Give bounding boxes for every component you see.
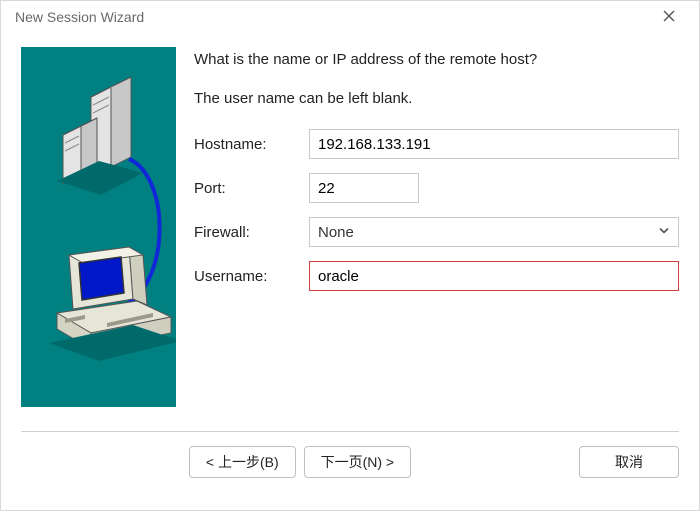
main-area: What is the name or IP address of the re… — [1, 33, 699, 417]
hostname-row: Hostname: — [194, 129, 679, 159]
firewall-label: Firewall: — [194, 224, 309, 241]
network-computer-icon — [21, 47, 176, 407]
username-row: Username: — [194, 261, 679, 291]
nav-buttons: < 上一步(B) 下一页(N) > — [21, 446, 579, 478]
username-input[interactable] — [309, 261, 679, 291]
titlebar: New Session Wizard — [1, 1, 699, 33]
button-row: < 上一步(B) 下一页(N) > 取消 — [1, 432, 699, 496]
username-label: Username: — [194, 268, 309, 285]
prompt-question: What is the name or IP address of the re… — [194, 51, 679, 68]
prompt-note: The user name can be left blank. — [194, 90, 679, 107]
firewall-value: None — [318, 224, 354, 241]
chevron-down-icon — [658, 224, 670, 241]
content-area: What is the name or IP address of the re… — [1, 33, 699, 510]
form-area: What is the name or IP address of the re… — [194, 47, 679, 407]
close-icon — [663, 9, 675, 25]
close-button[interactable] — [649, 3, 689, 31]
port-label: Port: — [194, 180, 309, 197]
hostname-input[interactable] — [309, 129, 679, 159]
firewall-select[interactable]: None — [309, 217, 679, 247]
window-title: New Session Wizard — [15, 9, 649, 25]
back-button[interactable]: < 上一步(B) — [189, 446, 296, 478]
hostname-label: Hostname: — [194, 136, 309, 153]
next-button[interactable]: 下一页(N) > — [304, 446, 412, 478]
port-input[interactable] — [309, 173, 419, 203]
port-row: Port: — [194, 173, 679, 203]
wizard-illustration — [21, 47, 176, 407]
firewall-row: Firewall: None — [194, 217, 679, 247]
cancel-button[interactable]: 取消 — [579, 446, 679, 478]
